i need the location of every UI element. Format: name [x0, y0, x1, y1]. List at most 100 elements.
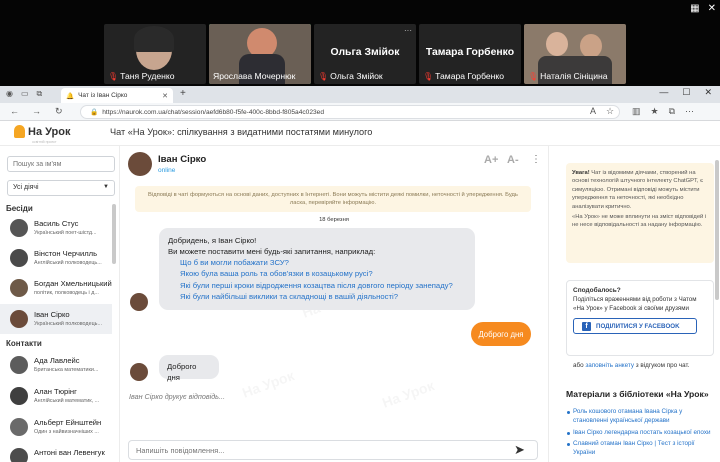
- read-aloud-icon[interactable]: A: [590, 106, 596, 117]
- page-title: Чат «На Урок»: спілкування з видатними п…: [110, 127, 373, 137]
- avatar: [10, 356, 28, 374]
- suggestion-link[interactable]: Які були перші кроки відродження козацтв…: [168, 280, 466, 291]
- participant-tile[interactable]: 🎙 Таня Руденко: [104, 24, 206, 84]
- material-link[interactable]: Роль кошового отамана Івана Сірка у стан…: [566, 408, 716, 426]
- mic-off-icon: 🎙: [108, 71, 119, 81]
- share-title: Сподобалось?: [573, 287, 621, 294]
- browser-tab-bar: ◉ ▭ ⧉ 🔔 Чат із Іван Сірко ✕ + — ☐ ✕: [0, 86, 720, 103]
- contact-desc: Український поет-шістд...: [34, 230, 97, 236]
- watermark: На Урок: [380, 377, 436, 411]
- contact-desc: Український полководець...: [34, 321, 102, 327]
- profile-icon[interactable]: ◉: [6, 89, 13, 99]
- split-screen-icon[interactable]: ▥: [632, 106, 641, 117]
- address-bar[interactable]: 🔒 https://naurok.com.ua/chat/session/aef…: [80, 105, 620, 119]
- favorites-bar-icon[interactable]: ★: [651, 106, 659, 117]
- search-input[interactable]: [7, 156, 115, 172]
- panel-scrollbar[interactable]: [715, 160, 719, 300]
- contact-name: Ада Лавлейс: [34, 356, 80, 365]
- date-separator: 18 березня: [319, 217, 349, 223]
- materials-heading: Матеріали з бібліотеки «На Урок»: [566, 389, 709, 399]
- contact-name: Алан Тюрінг: [34, 387, 77, 396]
- participant-name: Ярослава Мочернюк: [213, 71, 296, 81]
- back-icon[interactable]: ←: [10, 106, 19, 116]
- facebook-icon: f: [582, 321, 591, 331]
- participant-tile[interactable]: 🎙 Наталія Сініцина: [524, 24, 626, 84]
- chevron-down-icon: ▼: [103, 184, 109, 190]
- list-item[interactable]: Вінстон Черчилль Англійський полководець…: [0, 243, 112, 273]
- list-item[interactable]: Антоні ван Левенгук: [0, 442, 112, 462]
- contact-name: Іван Сірко: [34, 310, 70, 319]
- favorite-icon[interactable]: ☆: [606, 106, 614, 117]
- tab-title: Чат із Іван Сірко: [78, 92, 128, 99]
- contact-name: Вінстон Черчилль: [34, 249, 98, 258]
- mic-off-icon: 🎙: [528, 71, 539, 81]
- avatar: [10, 219, 28, 237]
- share-facebook-button[interactable]: f ПОДІЛИТИСЯ У FACEBOOK: [573, 318, 697, 335]
- participant-tile[interactable]: ··· Ольга Змійок 🎙 Ольга Змійок: [314, 24, 416, 84]
- participant-name: Таня Руденко: [120, 71, 175, 81]
- bell-logo-icon: [14, 125, 25, 138]
- browser-tab[interactable]: 🔔 Чат із Іван Сірко ✕: [61, 88, 173, 103]
- video-call-strip: ▦ ✕ 🎙 Таня Руденко Ярослава Мочернюк ··· …: [0, 0, 720, 86]
- suggestion-link[interactable]: Що б ви могли побажати ЗСУ?: [168, 257, 466, 268]
- participant-tiles: 🎙 Таня Руденко Ярослава Мочернюк ··· Ольг…: [104, 24, 626, 84]
- material-link[interactable]: Іван Сірко легендарна постать козацької …: [566, 429, 716, 438]
- forward-icon[interactable]: →: [32, 106, 41, 116]
- new-tab-button[interactable]: +: [180, 88, 186, 99]
- list-item[interactable]: Богдан Хмельницький політик, полководець…: [0, 273, 112, 303]
- reload-icon[interactable]: ↻: [55, 106, 63, 117]
- list-item[interactable]: Василь Стус Український поет-шістд...: [0, 213, 112, 243]
- collections-icon[interactable]: ▭: [21, 89, 29, 99]
- avatar: [130, 363, 148, 381]
- close-icon[interactable]: ✕: [708, 3, 716, 14]
- tab-actions-icon[interactable]: ⧉: [37, 89, 43, 99]
- list-item[interactable]: Алан Тюрінг Англійський математик, ...: [0, 381, 112, 411]
- feedback-form-link[interactable]: заповніть анкету: [585, 362, 634, 369]
- minimize-icon[interactable]: —: [659, 87, 668, 98]
- list-item-selected[interactable]: Іван Сірко Український полководець...: [0, 304, 112, 334]
- list-item[interactable]: Ада Лавлейс Британська математики...: [0, 350, 112, 380]
- close-tab-icon[interactable]: ✕: [162, 92, 168, 100]
- participant-big-name: Тамара Горбенко: [425, 47, 515, 58]
- list-item[interactable]: Альберт Ейнштейн Один з найвизначніших .…: [0, 412, 112, 442]
- more-options-icon[interactable]: ⋮: [531, 154, 541, 165]
- participant-name: Наталія Сініцина: [540, 71, 608, 81]
- avatar: [10, 418, 28, 436]
- bot-message-bubble: Доброго дня: [159, 355, 219, 382]
- watermark: На Урок: [240, 367, 296, 401]
- font-decrease-button[interactable]: A-: [507, 154, 519, 166]
- contacts-heading: Контакти: [6, 339, 42, 348]
- material-link[interactable]: Славний отаман Іван Сірко | Тест з істор…: [566, 440, 716, 458]
- logo-subtitle: освітній проект: [32, 140, 57, 144]
- more-icon[interactable]: ···: [404, 26, 412, 35]
- contact-desc: Британська математики...: [34, 367, 99, 373]
- suggestion-link[interactable]: Якою була ваша роль та обов'язки в козац…: [168, 268, 466, 279]
- web-page: На Урок освітній проект Чат «На Урок»: с…: [0, 121, 720, 462]
- filter-select[interactable]: Усі діячі ▼: [7, 180, 115, 196]
- contact-name: Василь Стус: [34, 219, 79, 228]
- close-window-icon[interactable]: ✕: [704, 87, 712, 98]
- contact-desc: політик, полководець і д...: [34, 290, 99, 296]
- suggestion-link[interactable]: Які були найбільші виклики та складнощі …: [168, 291, 466, 302]
- user-message-bubble: Доброго дня: [471, 322, 531, 346]
- font-increase-button[interactable]: A+: [484, 154, 498, 166]
- avatar: [10, 249, 28, 267]
- sidebar-scrollbar[interactable]: [112, 204, 116, 264]
- status-badge: online: [158, 167, 176, 174]
- participant-tile[interactable]: Тамара Горбенко 🎙 Тамара Горбенко: [419, 24, 521, 84]
- message-input[interactable]: [128, 440, 538, 460]
- filter-value: Усі діячі: [13, 184, 39, 191]
- contact-desc: Англійський полководець...: [34, 260, 102, 266]
- participant-name: Тамара Горбенко: [435, 71, 505, 81]
- participant-hair: [134, 26, 174, 52]
- avatar: [10, 279, 28, 297]
- collections-icon[interactable]: ⧉: [669, 106, 675, 117]
- contact-desc: Один з найвизначніших ...: [34, 429, 99, 435]
- maximize-icon[interactable]: ☐: [682, 87, 690, 98]
- participant-tile-active[interactable]: Ярослава Мочернюк: [209, 24, 311, 84]
- site-logo[interactable]: На Урок: [14, 125, 71, 138]
- settings-more-icon[interactable]: ⋯: [685, 106, 694, 117]
- send-icon[interactable]: ➤: [514, 442, 525, 458]
- grid-icon[interactable]: ▦: [690, 3, 699, 14]
- share-text: Поділіться враженнями від роботи з Чатом…: [573, 296, 697, 312]
